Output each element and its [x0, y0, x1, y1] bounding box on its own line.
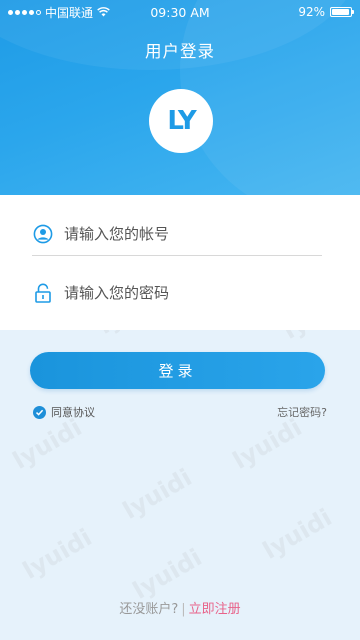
password-field[interactable] — [32, 271, 322, 315]
login-form — [0, 195, 360, 330]
watermark: lyuidi — [117, 463, 197, 525]
account-input[interactable] — [64, 224, 322, 243]
forgot-password-link[interactable]: 忘记密码? — [277, 404, 327, 420]
login-button[interactable]: 登录 — [30, 352, 325, 389]
carrier-label: 中国联通 — [45, 5, 94, 20]
register-prompt: 还没账户? | 立即注册 — [0, 598, 360, 617]
clock: 09:30 AM — [150, 4, 210, 20]
page-title: 用户登录 — [145, 42, 215, 61]
account-field[interactable] — [32, 212, 322, 256]
user-circle-icon — [32, 223, 54, 245]
battery-percent: 92% — [298, 5, 325, 19]
signal-icon — [8, 9, 41, 15]
watermark: lyuidi — [7, 413, 87, 475]
status-bar: 中国联通 09:30 AM 92% — [0, 0, 360, 24]
app-logo: LY — [149, 89, 213, 153]
watermark: lyuidi — [127, 543, 207, 605]
logo-text: LY — [167, 106, 196, 136]
watermark: lyuidi — [17, 523, 97, 585]
agree-label[interactable]: 同意协议 — [51, 404, 95, 420]
watermark: lyuidi — [257, 503, 337, 565]
agree-checkbox[interactable]: 同意协议 — [33, 404, 95, 420]
check-icon[interactable] — [33, 405, 46, 419]
wifi-icon — [97, 7, 110, 17]
divider: | — [181, 602, 186, 617]
lock-icon — [32, 282, 54, 304]
battery-icon — [330, 7, 354, 17]
watermark: lyuidi — [227, 413, 307, 475]
header: 中国联通 09:30 AM 92% 用户登录 LY — [0, 0, 360, 195]
register-link[interactable]: 立即注册 — [189, 602, 241, 617]
no-account-text: 还没账户? — [119, 602, 179, 617]
password-input[interactable] — [64, 284, 322, 302]
